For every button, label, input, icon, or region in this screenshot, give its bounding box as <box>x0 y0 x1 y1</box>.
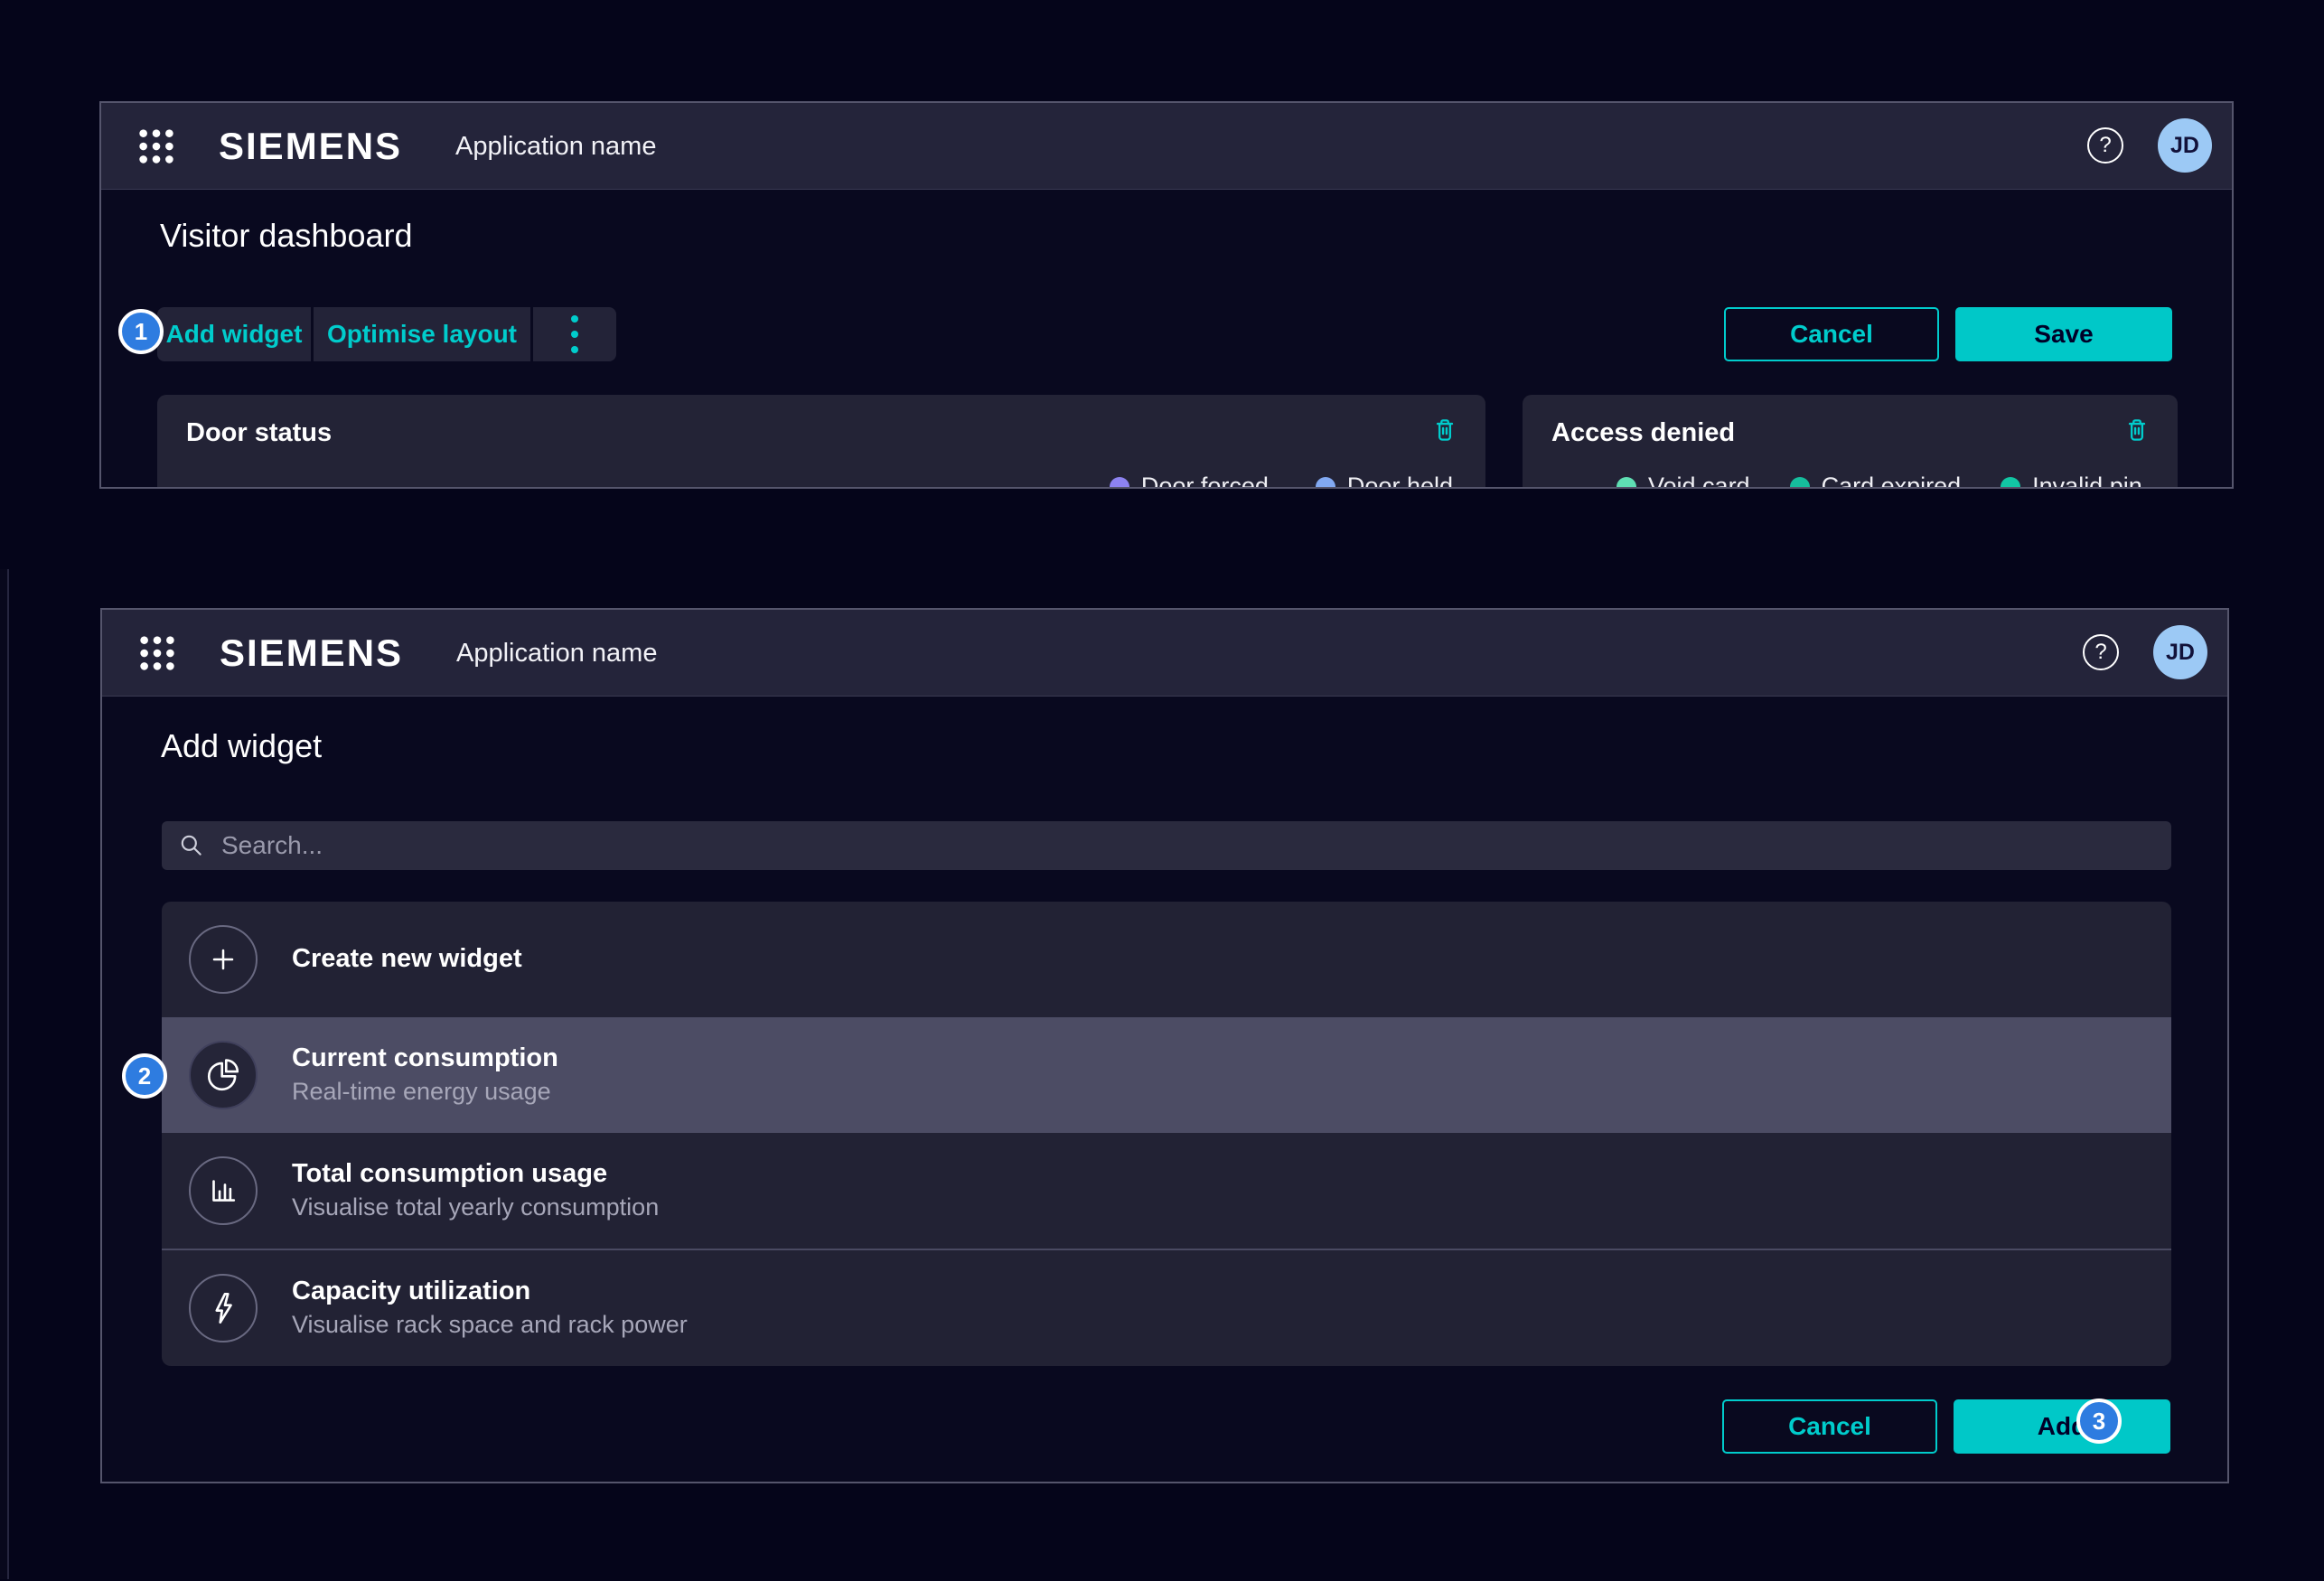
pie-chart-icon <box>189 1041 258 1109</box>
page-title: Visitor dashboard <box>160 217 413 255</box>
kebab-menu-icon <box>571 315 578 353</box>
dashboard-toolbar: Add widget Optimise layout <box>157 307 616 361</box>
siemens-logo: SIEMENS <box>219 125 402 168</box>
list-item-subtitle: Visualise rack space and rack power <box>292 1312 688 1339</box>
widget-card-access-denied: Access denied Void card Card expired <box>1523 395 2178 489</box>
list-item-title: Capacity utilization <box>292 1277 688 1306</box>
list-item-current-consumption[interactable]: Current consumption Real-time energy usa… <box>162 1017 2171 1133</box>
widget-title: Access denied <box>1551 418 1735 448</box>
list-item-text: Create new widget <box>292 945 522 974</box>
legend-label: Invalid pin <box>2032 472 2142 489</box>
save-button[interactable]: Save <box>1955 307 2172 361</box>
list-item-text: Capacity utilization Visualise rack spac… <box>292 1277 688 1339</box>
dashboard-window: SIEMENS Application name ? JD Visitor da… <box>99 101 2234 489</box>
widget-cards: Door status Door forced Door held <box>157 395 2174 489</box>
legend-dot <box>1616 477 1636 490</box>
list-item-capacity-utilization[interactable]: Capacity utilization Visualise rack spac… <box>162 1249 2171 1366</box>
annotation-badge-1: 1 <box>118 309 164 354</box>
widget-card-door-status: Door status Door forced Door held <box>157 395 1485 489</box>
page-title: Add widget <box>161 727 322 765</box>
legend-item: Invalid pin <box>2001 472 2142 489</box>
app-switcher-icon[interactable] <box>136 632 178 674</box>
list-item-subtitle: Real-time energy usage <box>292 1079 558 1106</box>
widget-title: Door status <box>186 418 332 448</box>
add-widget-window: SIEMENS Application name ? JD Add widget… <box>100 608 2229 1483</box>
app-bar: SIEMENS Application name ? JD <box>101 103 2232 190</box>
left-edge-panel-fragment <box>0 569 9 1579</box>
optimise-layout-button[interactable]: Optimise layout <box>314 307 530 361</box>
application-name: Application name <box>456 639 657 669</box>
siemens-logo: SIEMENS <box>220 631 403 675</box>
legend-label: Card expired <box>1822 472 1962 489</box>
help-icon[interactable]: ? <box>2087 127 2123 164</box>
delete-widget-button[interactable] <box>2122 415 2152 445</box>
app-switcher-icon[interactable] <box>136 126 177 167</box>
annotation-badge-3: 3 <box>2076 1399 2122 1444</box>
legend-dot <box>1790 477 1810 490</box>
widget-legend: Door forced Door held <box>1110 472 1453 489</box>
list-item-total-consumption-usage[interactable]: Total consumption usage Visualise total … <box>162 1133 2171 1249</box>
legend-label: Door forced <box>1141 472 1269 489</box>
search-icon <box>178 832 205 859</box>
legend-item: Door held <box>1316 472 1453 489</box>
add-button[interactable]: Add <box>1954 1399 2170 1454</box>
search-input[interactable] <box>220 830 2155 861</box>
legend-item: Void card <box>1616 472 1750 489</box>
widget-legend: Void card Card expired Invalid pin <box>1616 472 2142 489</box>
cancel-button[interactable]: Cancel <box>1722 1399 1937 1454</box>
annotation-badge-2: 2 <box>122 1053 167 1099</box>
delete-widget-button[interactable] <box>1429 415 1460 445</box>
legend-item: Card expired <box>1790 472 1962 489</box>
add-widget-button[interactable]: Add widget <box>157 307 311 361</box>
list-item-title: Create new widget <box>292 945 522 974</box>
list-item-title: Total consumption usage <box>292 1160 659 1189</box>
list-item-title: Current consumption <box>292 1044 558 1073</box>
plus-icon <box>189 925 258 994</box>
avatar[interactable]: JD <box>2158 118 2212 173</box>
list-item-text: Current consumption Real-time energy usa… <box>292 1044 558 1106</box>
more-options-button[interactable] <box>533 307 616 361</box>
legend-dot <box>1316 477 1335 490</box>
application-name: Application name <box>455 132 656 162</box>
app-bar: SIEMENS Application name ? JD <box>102 610 2227 697</box>
legend-label: Door held <box>1347 472 1453 489</box>
widget-list: Create new widget Current consumption Re… <box>162 902 2171 1366</box>
avatar[interactable]: JD <box>2153 625 2207 679</box>
legend-item: Door forced <box>1110 472 1269 489</box>
cancel-button[interactable]: Cancel <box>1724 307 1939 361</box>
legend-label: Void card <box>1648 472 1750 489</box>
list-item-create-new-widget[interactable]: Create new widget <box>162 902 2171 1017</box>
bar-chart-icon <box>189 1156 258 1225</box>
list-item-text: Total consumption usage Visualise total … <box>292 1160 659 1221</box>
lightning-icon <box>189 1274 258 1342</box>
legend-dot <box>1110 477 1129 490</box>
legend-dot <box>2001 477 2020 490</box>
list-item-subtitle: Visualise total yearly consumption <box>292 1194 659 1221</box>
help-icon[interactable]: ? <box>2083 634 2119 670</box>
search-field <box>162 821 2171 870</box>
